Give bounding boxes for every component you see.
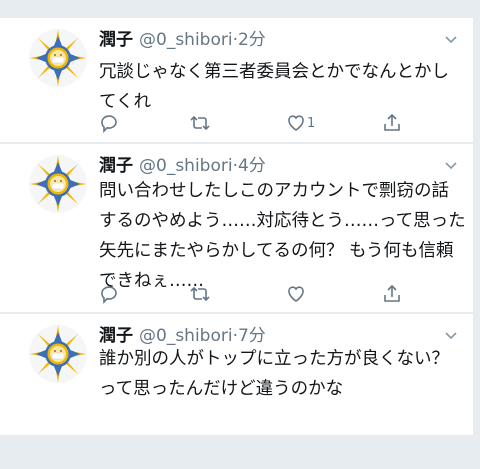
scroll-edge xyxy=(473,0,480,469)
timeline: 潤子 @0_shibori·2分 冗談じゃなく第三者委員会とかでなんとかし てくれ… xyxy=(0,0,480,469)
tweet-card[interactable]: 潤子 @0_shibori·2分 冗談じゃなく第三者委員会とかでなんとかし てくれ… xyxy=(0,18,480,142)
user-handle[interactable]: @0_shibori xyxy=(139,326,233,346)
timestamp[interactable]: 7分 xyxy=(238,326,266,346)
tweet-card[interactable]: 潤子 @0_shibori·7分 誰か別の人がトップに立った方が良くない？ って思… xyxy=(0,314,480,435)
reply-icon xyxy=(101,286,117,304)
tweet-header: 潤子 @0_shibori·2分 xyxy=(99,30,266,50)
tweet-menu-button[interactable] xyxy=(444,329,458,343)
sun-emblem-avatar-icon xyxy=(29,155,87,213)
chevron-down-icon xyxy=(445,332,457,340)
tweet-header: 潤子 @0_shibori·7分 xyxy=(99,326,266,346)
reply-icon xyxy=(101,115,117,133)
retweet-button[interactable] xyxy=(189,112,211,134)
user-handle[interactable]: @0_shibori xyxy=(139,156,233,176)
tweet-card[interactable]: 潤子 @0_shibori·4分 問い合わせしたしこのアカウントで剽窃の話 するの… xyxy=(0,144,480,312)
tweet-actions xyxy=(0,283,480,305)
tweet-text: 冗談じゃなく第三者委員会とかでなんとかし てくれ xyxy=(99,62,449,112)
reply-button[interactable] xyxy=(99,112,119,134)
display-name[interactable]: 潤子 xyxy=(99,30,133,50)
timestamp[interactable]: 4分 xyxy=(238,156,266,176)
like-button[interactable]: 1 xyxy=(286,112,315,134)
timestamp[interactable]: 2分 xyxy=(238,30,266,50)
avatar[interactable] xyxy=(28,324,88,384)
heart-icon xyxy=(288,286,304,302)
chevron-down-icon xyxy=(445,162,457,170)
reply-button[interactable] xyxy=(99,283,119,305)
share-button[interactable] xyxy=(382,112,402,134)
tweet-text: 誰か別の人がトップに立った方が良くない？ って思ったんだけど違うのかな xyxy=(99,349,449,399)
sun-emblem-avatar-icon xyxy=(29,325,87,383)
tweet-menu-button[interactable] xyxy=(444,33,458,47)
display-name[interactable]: 潤子 xyxy=(99,156,133,176)
retweet-icon xyxy=(190,286,210,302)
user-handle[interactable]: @0_shibori xyxy=(139,30,233,50)
tweet-actions: 1 xyxy=(0,112,480,134)
retweet-button[interactable] xyxy=(189,283,211,305)
like-count: 1 xyxy=(307,115,316,131)
tweet-text: 問い合わせしたしこのアカウントで剽窃の話 するのやめよう……対応待とう……って思… xyxy=(99,181,466,291)
share-icon xyxy=(384,284,400,302)
display-name[interactable]: 潤子 xyxy=(99,326,133,346)
avatar[interactable] xyxy=(28,28,88,88)
tweet-header: 潤子 @0_shibori·4分 xyxy=(99,156,266,176)
share-icon xyxy=(384,113,400,131)
chevron-down-icon xyxy=(445,36,457,44)
sun-emblem-avatar-icon xyxy=(29,29,87,87)
tweet-menu-button[interactable] xyxy=(444,159,458,173)
like-button[interactable] xyxy=(286,283,307,305)
heart-icon xyxy=(288,115,304,131)
share-button[interactable] xyxy=(382,283,402,305)
retweet-icon xyxy=(190,115,210,131)
avatar[interactable] xyxy=(28,154,88,214)
